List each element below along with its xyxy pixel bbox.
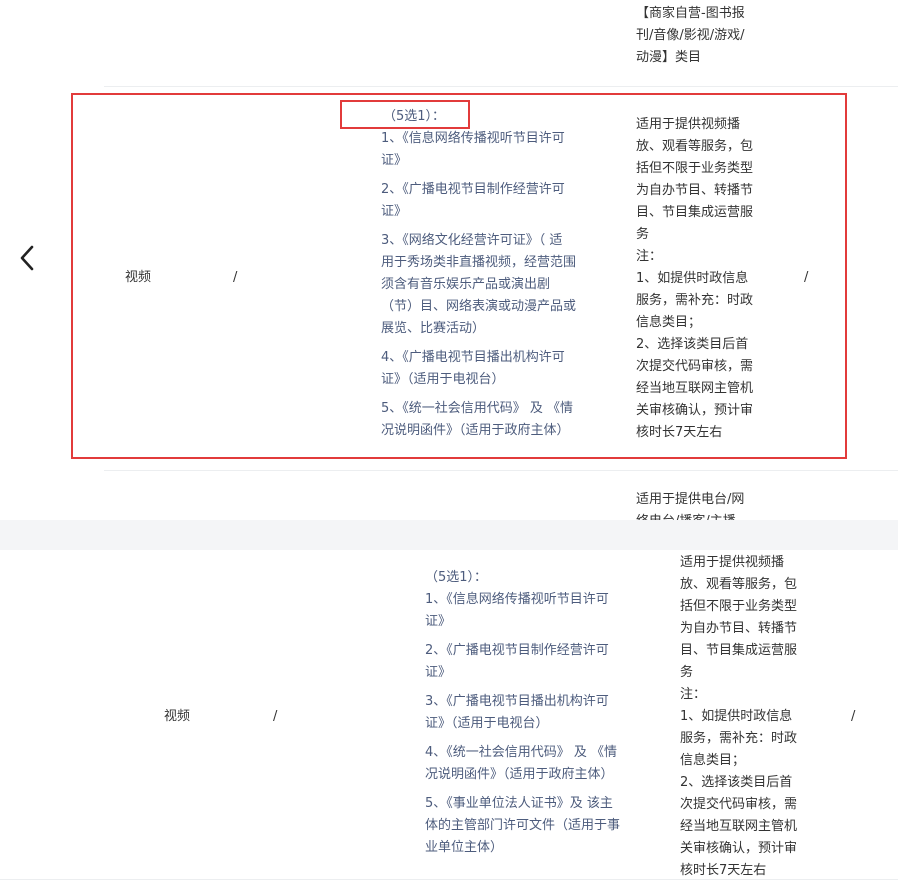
top-partial-description: 【商家自营-图书报 刊/音像/影视/游戏/ 动漫】类目	[636, 3, 745, 69]
row-divider	[104, 86, 898, 87]
last-column-cell: /	[851, 709, 856, 724]
qual-item: 1、《信息网络传播视听节目许可 证》	[425, 592, 609, 629]
category-cell: 视频	[164, 709, 191, 724]
row-divider	[104, 470, 898, 471]
qual-item: 5、《事业单位法人证书》及 该主 体的主管部门许可文件（适用于事 业单位主体）	[425, 796, 621, 855]
desc-line: 动漫】类目	[636, 50, 702, 65]
sub-category-cell: /	[273, 709, 278, 724]
highlight-row-box	[71, 93, 847, 459]
qual-item: 2、《广播电视节目制作经营许可 证》	[425, 643, 609, 680]
section-divider	[0, 520, 898, 550]
chevron-left-icon	[20, 245, 34, 271]
row-divider	[0, 879, 898, 880]
highlight-header-box	[340, 100, 470, 129]
prev-button[interactable]	[14, 243, 42, 273]
desc-line: 刊/音像/影视/游戏/	[636, 28, 745, 43]
desc-line: 【商家自营-图书报	[636, 6, 745, 21]
qual-item: 3、《广播电视节目播出机构许可 证》（适用于电视台）	[425, 694, 609, 731]
next-partial-description: 适用于提供电台/网 络电台/播客/主播	[636, 492, 745, 520]
category-description: 适用于提供视频播 放、观看等服务，包 括但不限于业务类型 为自办节目、转播节 目…	[680, 555, 798, 878]
qualification-list: （5选1）： 1、《信息网络传播视听节目许可 证》 2、《广播电视节目制作经营许…	[425, 567, 650, 859]
qual-item: 4、《统一社会信用代码》 及 《情 况说明函件》（适用于政府主体）	[425, 745, 618, 782]
